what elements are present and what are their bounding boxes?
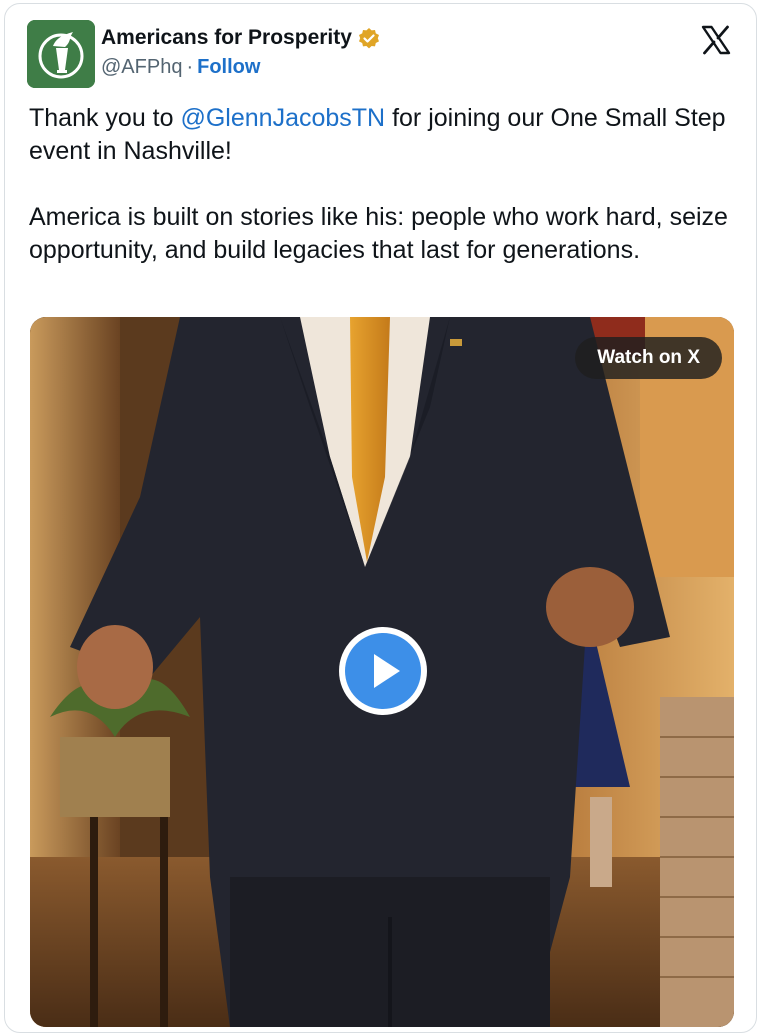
mention-link[interactable]: @GlennJacobsTN [180,104,385,132]
avatar[interactable] [27,20,95,88]
x-logo-icon[interactable] [700,24,732,56]
torch-logo-icon [27,20,95,88]
display-name[interactable]: Americans for Prosperity [101,26,352,50]
tweet-header: Americans for Prosperity @AFPhq · Follow [5,4,756,94]
separator: · [186,56,194,78]
tweet-paragraph-2: America is built on stories like his: pe… [29,203,728,264]
handle-row: @AFPhq · Follow [101,56,260,79]
tweet-card: Americans for Prosperity @AFPhq · Follow T… [4,3,757,1033]
verified-badge-icon [359,28,379,49]
handle[interactable]: @AFPhq [101,56,182,78]
tweet-paragraph-1: Thank you to @GlennJacobsTN for joining … [29,102,729,168]
follow-button[interactable]: Follow [197,56,260,78]
play-button[interactable] [337,625,429,717]
tweet-text-segment: Thank you to [29,104,181,132]
tweet-text: Thank you to @GlennJacobsTN for joining … [29,102,729,267]
video-player[interactable]: Watch on X [30,317,734,1027]
play-icon [339,627,427,715]
watch-on-x-button[interactable]: Watch on X [575,337,722,379]
